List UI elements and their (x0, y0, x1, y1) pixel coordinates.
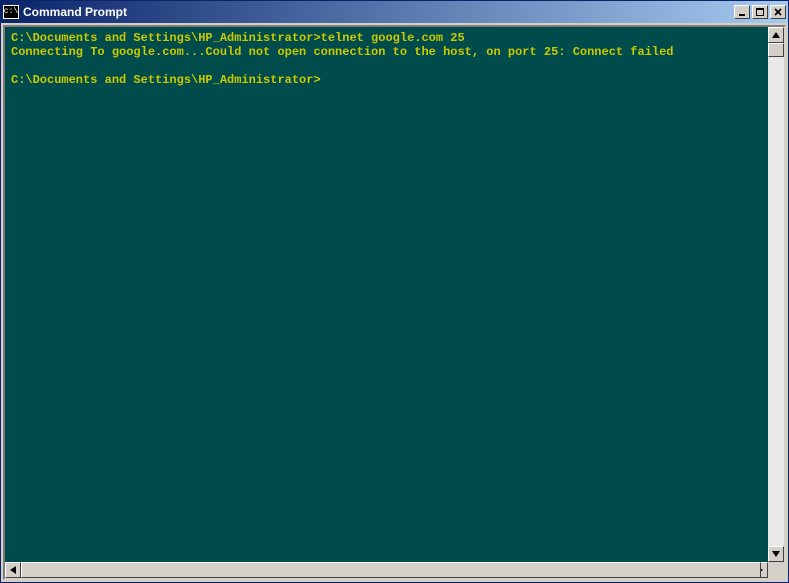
scroll-left-button[interactable] (5, 562, 21, 578)
window-title: Command Prompt (23, 5, 734, 19)
cmd-icon: c:\ (3, 5, 19, 19)
minimize-button[interactable] (734, 5, 750, 19)
arrow-up-icon (772, 32, 780, 38)
scroll-up-button[interactable] (768, 27, 784, 43)
arrow-left-icon (10, 566, 16, 574)
horizontal-scroll-track[interactable] (21, 562, 752, 578)
terminal-output[interactable]: C:\Documents and Settings\HP_Administrat… (5, 27, 768, 562)
scrollbar-corner (768, 562, 784, 578)
horizontal-scroll-thumb[interactable] (21, 562, 761, 578)
scroll-down-button[interactable] (768, 546, 784, 562)
vertical-scroll-thumb[interactable] (768, 43, 784, 57)
client-area: C:\Documents and Settings\HP_Administrat… (3, 25, 786, 580)
minimize-icon (738, 8, 746, 16)
titlebar[interactable]: c:\ Command Prompt (1, 1, 788, 23)
window-controls (734, 5, 786, 19)
close-button[interactable] (770, 5, 786, 19)
maximize-button[interactable] (752, 5, 768, 19)
terminal-row: C:\Documents and Settings\HP_Administrat… (5, 27, 784, 562)
command-prompt-window: c:\ Command Prompt C:\Documents and Sett… (0, 0, 789, 583)
vertical-scrollbar[interactable] (768, 27, 784, 562)
arrow-down-icon (772, 551, 780, 557)
maximize-icon (756, 8, 764, 16)
close-icon (774, 8, 782, 16)
vertical-scroll-track[interactable] (768, 43, 784, 546)
horizontal-scrollbar[interactable] (5, 562, 784, 578)
